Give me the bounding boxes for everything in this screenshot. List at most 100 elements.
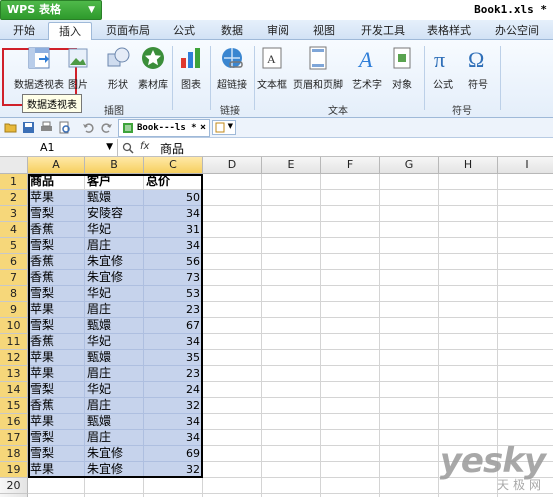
- table-cell[interactable]: 73: [144, 270, 203, 286]
- table-cell[interactable]: 31: [144, 222, 203, 238]
- table-cell[interactable]: [321, 398, 380, 414]
- table-cell[interactable]: [85, 478, 144, 494]
- row-header[interactable]: 17: [0, 430, 28, 446]
- table-cell[interactable]: [498, 414, 553, 430]
- table-cell[interactable]: 华妃: [85, 222, 144, 238]
- row-header[interactable]: 1: [0, 174, 28, 190]
- table-cell[interactable]: [203, 334, 262, 350]
- table-cell[interactable]: 34: [144, 206, 203, 222]
- table-cell[interactable]: 苹果: [28, 302, 85, 318]
- table-cell[interactable]: 雪梨: [28, 382, 85, 398]
- table-cell[interactable]: [262, 446, 321, 462]
- table-cell[interactable]: [144, 478, 203, 494]
- table-cell[interactable]: [498, 206, 553, 222]
- table-cell[interactable]: [439, 190, 498, 206]
- table-cell[interactable]: [498, 334, 553, 350]
- select-all-corner[interactable]: [0, 157, 28, 174]
- table-cell[interactable]: [380, 446, 439, 462]
- table-cell[interactable]: [439, 334, 498, 350]
- table-cell[interactable]: [203, 190, 262, 206]
- table-cell[interactable]: 朱宜修: [85, 254, 144, 270]
- table-cell[interactable]: [262, 174, 321, 190]
- table-cell[interactable]: [380, 206, 439, 222]
- table-cell[interactable]: [262, 270, 321, 286]
- table-cell[interactable]: 甄嬛: [85, 350, 144, 366]
- table-cell[interactable]: 56: [144, 254, 203, 270]
- table-cell[interactable]: [380, 462, 439, 478]
- table-cell[interactable]: [203, 478, 262, 494]
- table-cell[interactable]: [498, 238, 553, 254]
- table-cell[interactable]: 50: [144, 190, 203, 206]
- table-cell[interactable]: 32: [144, 398, 203, 414]
- redo-icon[interactable]: [100, 121, 113, 134]
- table-cell[interactable]: [321, 430, 380, 446]
- table-cell[interactable]: [380, 430, 439, 446]
- table-cell[interactable]: [498, 286, 553, 302]
- row-header[interactable]: 11: [0, 334, 28, 350]
- table-cell[interactable]: 34: [144, 414, 203, 430]
- table-cell[interactable]: [262, 398, 321, 414]
- table-cell[interactable]: [203, 366, 262, 382]
- table-cell[interactable]: [321, 222, 380, 238]
- table-cell[interactable]: 香蕉: [28, 398, 85, 414]
- table-cell[interactable]: 华妃: [85, 286, 144, 302]
- tab-table-style[interactable]: 表格样式: [420, 22, 478, 40]
- table-cell[interactable]: [203, 286, 262, 302]
- formula-button[interactable]: π 公式: [428, 44, 458, 91]
- row-header[interactable]: 9: [0, 302, 28, 318]
- table-cell[interactable]: 苹果: [28, 414, 85, 430]
- formula-content[interactable]: 商品: [160, 140, 184, 157]
- row-header[interactable]: 12: [0, 350, 28, 366]
- shapes-button[interactable]: 形状: [100, 44, 136, 91]
- wordart-button[interactable]: A 艺术字: [348, 44, 386, 91]
- chart-button[interactable]: 图表: [174, 44, 208, 91]
- table-cell[interactable]: [380, 414, 439, 430]
- table-cell[interactable]: 雪梨: [28, 318, 85, 334]
- table-cell[interactable]: 香蕉: [28, 222, 85, 238]
- table-cell[interactable]: 苹果: [28, 350, 85, 366]
- table-cell[interactable]: 35: [144, 350, 203, 366]
- table-cell[interactable]: [262, 222, 321, 238]
- table-cell[interactable]: [262, 350, 321, 366]
- table-cell[interactable]: 安陵容: [85, 206, 144, 222]
- table-cell[interactable]: 甄嬛: [85, 190, 144, 206]
- table-cell[interactable]: [380, 190, 439, 206]
- table-cell[interactable]: [380, 254, 439, 270]
- print-preview-icon[interactable]: [58, 121, 71, 134]
- table-cell[interactable]: [321, 382, 380, 398]
- table-cell[interactable]: [380, 334, 439, 350]
- table-cell[interactable]: [262, 462, 321, 478]
- table-cell[interactable]: 商品: [28, 174, 85, 190]
- tab-office-space[interactable]: 办公空间: [486, 22, 548, 40]
- row-header[interactable]: 16: [0, 414, 28, 430]
- table-cell[interactable]: [262, 430, 321, 446]
- tab-home[interactable]: 开始: [4, 22, 44, 40]
- row-header[interactable]: 6: [0, 254, 28, 270]
- table-cell[interactable]: 雪梨: [28, 430, 85, 446]
- row-header[interactable]: 7: [0, 270, 28, 286]
- table-cell[interactable]: [321, 238, 380, 254]
- column-header[interactable]: A: [28, 157, 85, 174]
- table-cell[interactable]: [321, 174, 380, 190]
- table-cell[interactable]: [262, 382, 321, 398]
- textbox-button[interactable]: A 文本框: [254, 44, 290, 91]
- table-cell[interactable]: 眉庄: [85, 430, 144, 446]
- table-cell[interactable]: [321, 446, 380, 462]
- hyperlink-button[interactable]: 超链接: [212, 44, 252, 91]
- table-cell[interactable]: [439, 414, 498, 430]
- table-cell[interactable]: [262, 478, 321, 494]
- table-cell[interactable]: [262, 366, 321, 382]
- table-cell[interactable]: [498, 302, 553, 318]
- table-cell[interactable]: [262, 206, 321, 222]
- table-cell[interactable]: [321, 254, 380, 270]
- table-cell[interactable]: [439, 286, 498, 302]
- table-cell[interactable]: 眉庄: [85, 238, 144, 254]
- table-cell[interactable]: 眉庄: [85, 366, 144, 382]
- table-cell[interactable]: [262, 238, 321, 254]
- table-cell[interactable]: 苹果: [28, 462, 85, 478]
- table-cell[interactable]: [498, 382, 553, 398]
- table-cell[interactable]: 23: [144, 366, 203, 382]
- save-icon[interactable]: [22, 121, 35, 134]
- row-header[interactable]: 10: [0, 318, 28, 334]
- table-cell[interactable]: [439, 382, 498, 398]
